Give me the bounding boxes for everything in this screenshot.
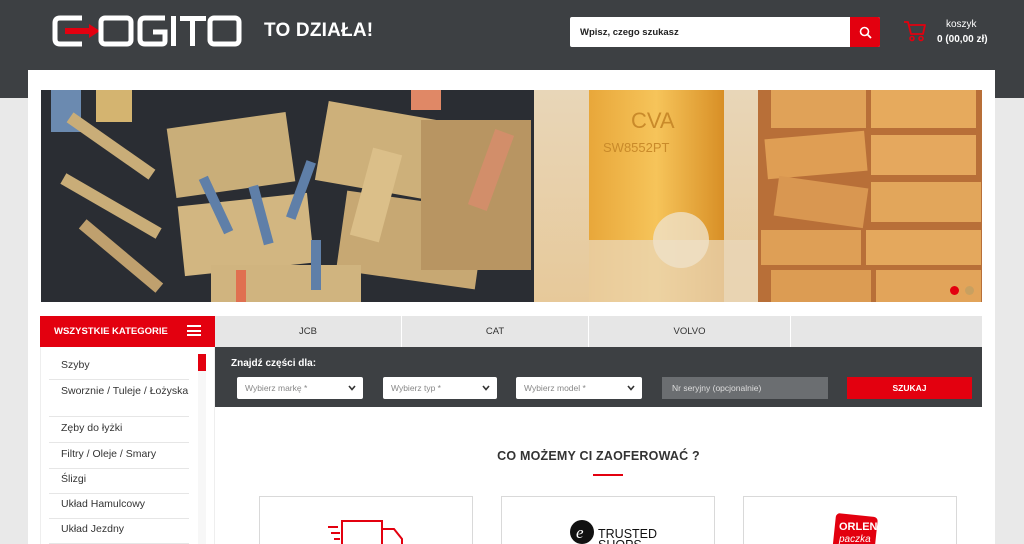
category-panel: Szyby Sworznie / Tuleje / Łożyska Zęby d… bbox=[40, 347, 215, 544]
serial-number-input[interactable] bbox=[662, 377, 828, 399]
slider-dot[interactable] bbox=[965, 286, 974, 295]
brand-select[interactable]: Wybierz markę * bbox=[237, 377, 363, 399]
offer-card-delivery[interactable] bbox=[259, 496, 473, 544]
cart-icon[interactable] bbox=[903, 20, 927, 42]
finder-label: Znajdź części dla: bbox=[231, 358, 317, 369]
svg-text:paczka: paczka bbox=[838, 534, 871, 544]
category-item-filtry[interactable]: Filtry / Oleje / Smary bbox=[49, 448, 189, 469]
category-item-slizgi[interactable]: Ślizgi bbox=[49, 473, 189, 494]
orlen-paczka-logo: ORLEN paczka bbox=[832, 513, 878, 544]
slider-dot-active[interactable] bbox=[950, 286, 959, 295]
chevron-down-icon bbox=[627, 385, 635, 391]
banner-image-assortment bbox=[41, 90, 534, 302]
search-button[interactable] bbox=[850, 17, 880, 47]
tab-volvo[interactable]: VOLVO bbox=[589, 316, 791, 347]
all-categories-button[interactable]: WSZYSTKIE KATEGORIE bbox=[40, 316, 215, 347]
cogito-logo[interactable] bbox=[52, 14, 242, 48]
search-icon bbox=[859, 26, 872, 39]
offer-title: CO MOŻEMY CI ZAOFEROWAĆ ? bbox=[497, 449, 700, 463]
find-parts-button[interactable]: SZUKAJ bbox=[847, 377, 972, 399]
type-select-value: Wybierz typ * bbox=[391, 383, 441, 393]
category-item-sworznie[interactable]: Sworznie / Tuleje / Łożyska bbox=[49, 385, 189, 417]
category-item-zeby[interactable]: Zęby do łyżki bbox=[49, 422, 189, 443]
svg-text:ORLEN: ORLEN bbox=[839, 521, 878, 533]
tooth-stamp-code: SW8552PT bbox=[603, 140, 670, 155]
banner-image-stacked-teeth bbox=[758, 90, 982, 302]
search-input[interactable] bbox=[570, 17, 851, 47]
tab-cat[interactable]: CAT bbox=[402, 316, 589, 347]
slogan: TO DZIAŁA! bbox=[264, 20, 374, 41]
category-scroll-thumb[interactable] bbox=[198, 354, 206, 371]
tab-jcb[interactable]: JCB bbox=[215, 316, 402, 347]
category-item-szyby[interactable]: Szyby bbox=[49, 359, 189, 380]
category-scroll-track[interactable] bbox=[198, 371, 206, 544]
model-select-value: Wybierz model * bbox=[524, 383, 586, 393]
type-select[interactable]: Wybierz typ * bbox=[383, 377, 497, 399]
all-categories-label: WSZYSTKIE KATEGORIE bbox=[54, 326, 168, 337]
hero-banner[interactable]: CVA SW8552PT bbox=[41, 90, 982, 302]
tooth-stamp-brand: CVA bbox=[631, 108, 675, 133]
category-item-hamulcowy[interactable]: Układ Hamulcowy bbox=[49, 498, 189, 519]
offer-card-trusted-shops[interactable]: e TRUSTED SHOPS bbox=[501, 496, 715, 544]
offer-card-orlen-paczka[interactable]: ORLEN paczka bbox=[743, 496, 957, 544]
chevron-down-icon bbox=[482, 385, 490, 391]
banner-image-cva-tooth: CVA SW8552PT bbox=[534, 90, 759, 302]
brand-tabs: JCB CAT VOLVO bbox=[215, 316, 982, 347]
hamburger-icon bbox=[187, 325, 201, 336]
category-item-jezdny[interactable]: Układ Jezdny bbox=[49, 523, 189, 544]
offer-title-underline bbox=[593, 474, 623, 476]
chevron-down-icon bbox=[348, 385, 356, 391]
part-finder: Znajdź części dla: Wybierz markę * Wybie… bbox=[215, 347, 982, 407]
trusted-shops-logo: e TRUSTED SHOPS bbox=[570, 520, 657, 544]
svg-text:e: e bbox=[576, 523, 584, 542]
search-bar bbox=[570, 17, 880, 47]
cart-label[interactable]: koszyk bbox=[946, 19, 977, 30]
brand-select-value: Wybierz markę * bbox=[245, 383, 308, 393]
cart-total[interactable]: 0 (00,00 zł) bbox=[937, 34, 988, 45]
delivery-truck-icon bbox=[328, 520, 403, 544]
tab-empty[interactable] bbox=[791, 316, 982, 347]
model-select[interactable]: Wybierz model * bbox=[516, 377, 642, 399]
svg-text:SHOPS: SHOPS bbox=[598, 538, 642, 544]
